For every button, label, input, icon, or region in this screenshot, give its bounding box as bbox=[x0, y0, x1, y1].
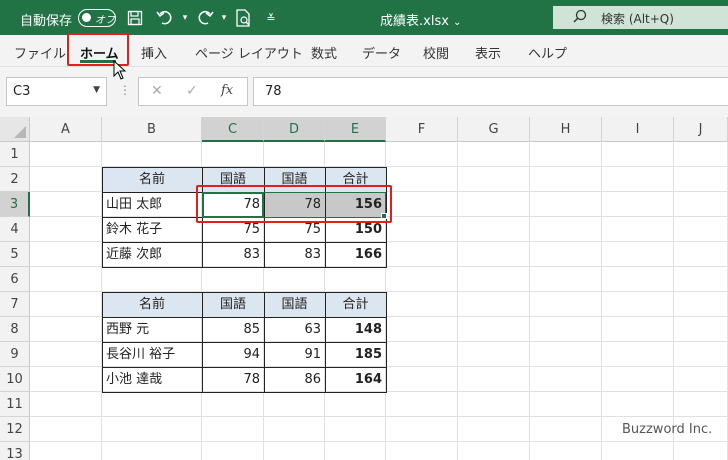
tab-formulas[interactable]: 数式 bbox=[311, 43, 337, 62]
column-header-d[interactable]: D bbox=[264, 117, 325, 142]
row-header-7[interactable]: 7 bbox=[0, 292, 30, 317]
table1-border bbox=[102, 167, 387, 168]
column-header-g[interactable]: G bbox=[458, 117, 530, 142]
row-header-6[interactable]: 6 bbox=[0, 267, 30, 292]
select-all-triangle-icon bbox=[14, 126, 26, 138]
table1-cell[interactable]: 山田 太郎 bbox=[102, 192, 202, 217]
table2-header-cell[interactable]: 国語 bbox=[202, 292, 264, 317]
table1-cell[interactable]: 鈴木 花子 bbox=[102, 217, 202, 242]
highlight-box-selected-cells bbox=[196, 185, 392, 223]
undo-icon[interactable] bbox=[154, 7, 176, 29]
search-placeholder: 検索 (Alt+Q) bbox=[601, 12, 674, 26]
row-header-3[interactable]: 3 bbox=[0, 192, 30, 217]
table2-border bbox=[102, 317, 387, 318]
watermark: Buzzword Inc. bbox=[622, 422, 713, 437]
table2-cell[interactable]: 86 bbox=[264, 367, 325, 392]
table2-header-cell[interactable]: 名前 bbox=[102, 292, 202, 317]
name-box[interactable]: C3 ▼ bbox=[6, 77, 107, 106]
table2-cell[interactable]: 94 bbox=[202, 342, 264, 367]
tab-help[interactable]: ヘルプ bbox=[528, 43, 567, 62]
search-icon bbox=[573, 9, 587, 27]
enter-icon[interactable]: ✓ bbox=[186, 83, 198, 99]
table1-cell[interactable]: 近藤 次郎 bbox=[102, 242, 202, 267]
insert-function-icon[interactable]: fx bbox=[221, 83, 233, 98]
undo-dropdown-icon[interactable]: ▾ bbox=[174, 7, 196, 29]
name-box-value: C3 bbox=[13, 84, 31, 99]
name-box-dropdown-icon[interactable]: ▼ bbox=[93, 85, 100, 95]
chevron-down-icon: ⌄ bbox=[453, 17, 462, 28]
search-box[interactable]: 検索 (Alt+Q) bbox=[553, 6, 728, 29]
tab-data[interactable]: データ bbox=[362, 43, 401, 62]
select-all-button[interactable] bbox=[0, 117, 30, 142]
table2-border bbox=[102, 292, 387, 293]
formula-value: 78 bbox=[265, 84, 282, 99]
gridline-horizontal bbox=[30, 416, 728, 417]
row-header-12[interactable]: 12 bbox=[0, 417, 30, 442]
table2-cell[interactable]: 63 bbox=[264, 317, 325, 342]
print-preview-icon[interactable] bbox=[232, 7, 254, 29]
table1-header-cell[interactable]: 名前 bbox=[102, 167, 202, 192]
table2-cell[interactable]: 85 bbox=[202, 317, 264, 342]
tab-file[interactable]: ファイル bbox=[14, 43, 66, 62]
column-header-a[interactable]: A bbox=[30, 117, 102, 142]
mouse-pointer-icon bbox=[113, 60, 127, 80]
column-header-j[interactable]: J bbox=[674, 117, 728, 142]
table2-border bbox=[102, 392, 387, 393]
tab-review[interactable]: 校閲 bbox=[423, 43, 449, 62]
formula-input[interactable]: 78 bbox=[253, 77, 728, 106]
tab-insert[interactable]: 挿入 bbox=[141, 43, 167, 62]
formula-tools: ✕ ✓ fx bbox=[138, 77, 248, 106]
table1-cell[interactable]: 83 bbox=[202, 242, 264, 267]
table2-header-cell[interactable]: 国語 bbox=[264, 292, 325, 317]
row-header-1[interactable]: 1 bbox=[0, 142, 30, 167]
column-header-i[interactable]: I bbox=[602, 117, 674, 142]
autosave-toggle[interactable]: オフ bbox=[78, 9, 116, 27]
table2-border bbox=[102, 367, 387, 368]
spreadsheet-grid[interactable]: A B C D E F G H I J 1 2 3 4 5 6 7 8 9 10 11 12 13 名前 国語 国語 合計 山田 太郎… bbox=[0, 117, 728, 460]
column-header-e[interactable]: E bbox=[325, 117, 386, 142]
row-header-4[interactable]: 4 bbox=[0, 217, 30, 242]
table2-cell[interactable]: 長谷川 裕子 bbox=[102, 342, 202, 367]
row-header-10[interactable]: 10 bbox=[0, 367, 30, 392]
gridline-vertical bbox=[673, 142, 674, 460]
row-header-2[interactable]: 2 bbox=[0, 167, 30, 192]
table2-border bbox=[102, 342, 387, 343]
gridline-vertical bbox=[601, 142, 602, 460]
table2-cell[interactable]: 148 bbox=[325, 317, 386, 342]
gridline-horizontal bbox=[30, 441, 728, 442]
autosave-state: オフ bbox=[95, 15, 115, 26]
row-header-8[interactable]: 8 bbox=[0, 317, 30, 342]
table2-cell[interactable]: 小池 達哉 bbox=[102, 367, 202, 392]
gridline-vertical bbox=[457, 142, 458, 460]
row-header-11[interactable]: 11 bbox=[0, 392, 30, 417]
table2-header-cell[interactable]: 合計 bbox=[325, 292, 386, 317]
customize-qat-icon[interactable]: ≚ bbox=[260, 7, 282, 29]
table1-border bbox=[102, 267, 387, 268]
column-header-h[interactable]: H bbox=[530, 117, 602, 142]
save-icon[interactable] bbox=[124, 7, 146, 29]
formula-bar-grip-icon[interactable]: ⋮ bbox=[119, 83, 131, 97]
table2-cell[interactable]: 78 bbox=[202, 367, 264, 392]
column-header-c[interactable]: C bbox=[202, 117, 264, 142]
table2-cell[interactable]: 164 bbox=[325, 367, 386, 392]
table1-cell[interactable]: 166 bbox=[325, 242, 386, 267]
toggle-knob bbox=[82, 13, 91, 22]
gridline-vertical bbox=[529, 142, 530, 460]
document-title[interactable]: 成績表.xlsx ⌄ bbox=[380, 10, 461, 29]
table1-border bbox=[102, 242, 387, 243]
row-header-9[interactable]: 9 bbox=[0, 342, 30, 367]
column-header-f[interactable]: F bbox=[386, 117, 458, 142]
table1-cell[interactable]: 83 bbox=[264, 242, 325, 267]
autosave-label: 自動保存 bbox=[20, 14, 73, 29]
column-header-b[interactable]: B bbox=[102, 117, 202, 142]
table2-cell[interactable]: 91 bbox=[264, 342, 325, 367]
row-header-13[interactable]: 13 bbox=[0, 442, 30, 460]
table2-cell[interactable]: 185 bbox=[325, 342, 386, 367]
tab-page-layout[interactable]: ページ レイアウト bbox=[195, 43, 303, 62]
table2-cell[interactable]: 西野 元 bbox=[102, 317, 202, 342]
row-header-5[interactable]: 5 bbox=[0, 242, 30, 267]
cancel-icon[interactable]: ✕ bbox=[151, 83, 163, 99]
tab-view[interactable]: 表示 bbox=[475, 43, 501, 62]
title-bar: 自動保存 オフ ▾ ▾ ≚ 成績表.xlsx ⌄ 検索 (Alt+Q) bbox=[0, 0, 728, 35]
